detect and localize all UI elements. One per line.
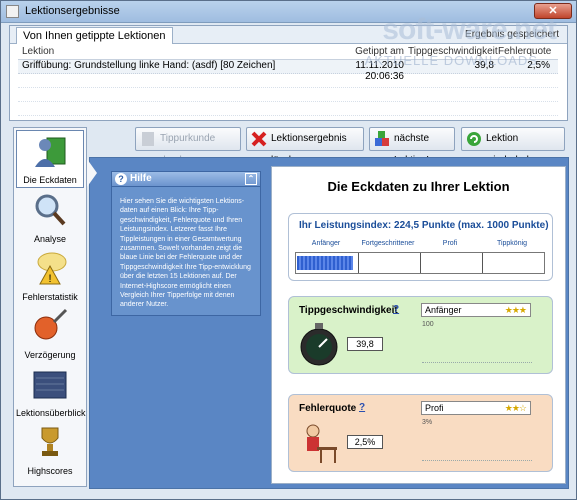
level-divider bbox=[420, 253, 421, 273]
error-title: Fehlerquote bbox=[299, 403, 357, 414]
app-icon bbox=[6, 5, 19, 18]
sidebar-item-eckdaten[interactable]: Die Eckdaten bbox=[16, 130, 84, 188]
performance-index-box: Ihr Leistungsindex: 224,5 Punkte (max. 1… bbox=[288, 213, 553, 281]
person-board-icon bbox=[35, 137, 66, 167]
sidebar: Die Eckdaten Analyse ! Fehlerstatistik V… bbox=[13, 127, 87, 487]
cell-lesson: Griffübung: Grundstellung linke Hand: (a… bbox=[22, 60, 276, 71]
speed-title: Tippgeschwindigkeit bbox=[299, 305, 398, 316]
error-box: Fehlerquote ? 2,5% Profi ★★☆ 3% bbox=[288, 394, 553, 472]
error-value: 2,5% bbox=[347, 435, 383, 449]
stopwatch-icon bbox=[300, 323, 338, 366]
speed-chart bbox=[422, 333, 532, 363]
warning-icon: ! bbox=[37, 252, 67, 285]
level-labels: Anfänger Fortgeschrittener Profi Tippkön… bbox=[295, 240, 545, 250]
toolbar: Tippurkunde drucken Lektionsergebnis lös… bbox=[89, 125, 569, 166]
sidebar-item-label: Highscores bbox=[27, 466, 73, 476]
sidebar-item-label: Verzögerung bbox=[24, 350, 76, 360]
help-icon: ? bbox=[115, 173, 127, 185]
sidebar-item-lektionsueberblick[interactable]: Lektionsüberblick bbox=[16, 362, 86, 420]
performance-index-bar bbox=[295, 252, 545, 274]
col-lesson[interactable]: Lektion bbox=[18, 46, 318, 59]
chart-icon bbox=[33, 371, 67, 399]
window-title: Lektionsergebnisse bbox=[25, 5, 120, 17]
blocks-icon bbox=[375, 131, 389, 146]
level-label: Profi bbox=[442, 240, 458, 247]
empty-row bbox=[18, 88, 558, 102]
delete-x-icon bbox=[251, 131, 267, 147]
level-label: Tippkönig bbox=[496, 240, 528, 247]
sidebar-item-label: Die Eckdaten bbox=[23, 175, 77, 185]
speed-box: Tippgeschwindigkeit ? 39,8 Anfänger ★★★ … bbox=[288, 296, 553, 374]
level-label: Fortgeschrittener bbox=[361, 240, 415, 247]
level-divider bbox=[358, 253, 359, 273]
performance-index-fill bbox=[297, 256, 353, 270]
watermark-tagline: AKTUELLE DOWNLOADS bbox=[364, 53, 538, 68]
error-level: Profi ★★☆ bbox=[421, 401, 531, 415]
repeat-lesson-button[interactable]: Lektion wiederholen bbox=[461, 127, 565, 166]
collapse-icon[interactable]: ⌃ bbox=[245, 173, 257, 185]
brush-ball-icon bbox=[34, 308, 68, 340]
speed-value: 39,8 bbox=[347, 337, 383, 351]
error-help-link[interactable]: ? bbox=[359, 402, 365, 413]
trophy-icon bbox=[41, 427, 59, 456]
speed-scale-label: 100 bbox=[422, 321, 434, 328]
certificate-icon bbox=[142, 132, 154, 146]
help-header: ? Hilfe ⌃ bbox=[112, 172, 260, 187]
sidebar-item-highscores[interactable]: Highscores bbox=[16, 420, 84, 478]
error-scale-label: 3% bbox=[422, 419, 433, 426]
delete-result-button[interactable]: Lektionsergebnis löschen bbox=[246, 127, 364, 166]
help-panel: ? Hilfe ⌃ Hier sehen Sie die wichtigsten… bbox=[111, 171, 261, 316]
magnifier-icon bbox=[35, 194, 66, 226]
print-certificate-button[interactable]: Tippurkunde drucken bbox=[135, 127, 241, 166]
error-chart bbox=[422, 431, 532, 461]
sidebar-item-fehlerstatistik[interactable]: ! Fehlerstatistik bbox=[16, 246, 84, 304]
speed-help-link[interactable]: ? bbox=[393, 304, 399, 315]
svg-text:!: ! bbox=[48, 273, 51, 285]
sidebar-item-verzoegerung[interactable]: Verzögerung bbox=[16, 304, 84, 362]
main-panel: Die Eckdaten zu Ihrer Lektion Ihr Leistu… bbox=[271, 166, 566, 484]
level-label: Anfänger bbox=[311, 240, 341, 247]
level-divider bbox=[482, 253, 483, 273]
lesson-results-window: Lektionsergebnisse ✕ Von Ihnen getippte … bbox=[0, 0, 577, 500]
sidebar-item-label: Fehlerstatistik bbox=[22, 292, 78, 302]
error-stars: ★★☆ bbox=[504, 403, 527, 413]
performance-index-label: Ihr Leistungsindex: 224,5 Punkte (max. 1… bbox=[299, 220, 549, 231]
help-text: Hier sehen Sie die wichtigsten Lektions-… bbox=[120, 198, 251, 309]
watermark-brand: soft-ware.net bbox=[382, 13, 557, 46]
speed-level-label: Anfänger bbox=[425, 305, 462, 315]
empty-row bbox=[18, 74, 558, 88]
typist-illustration bbox=[306, 424, 337, 463]
next-lesson-button[interactable]: nächste Lektion! bbox=[369, 127, 455, 166]
sidebar-item-analyse[interactable]: Analyse bbox=[16, 188, 84, 246]
sidebar-item-label: Lektionsüberblick bbox=[16, 408, 86, 418]
empty-row bbox=[18, 102, 558, 116]
help-title: Hilfe bbox=[130, 173, 152, 184]
repeat-icon bbox=[467, 132, 481, 146]
tab-typed-lessons[interactable]: Von Ihnen getippte Lektionen bbox=[16, 27, 173, 44]
speed-stars: ★★★ bbox=[504, 305, 527, 315]
speed-level: Anfänger ★★★ bbox=[421, 303, 531, 317]
page-title: Die Eckdaten zu Ihrer Lektion bbox=[327, 179, 510, 194]
error-level-label: Profi bbox=[425, 403, 444, 413]
sidebar-pointer bbox=[87, 159, 97, 187]
sidebar-item-label: Analyse bbox=[33, 234, 67, 244]
